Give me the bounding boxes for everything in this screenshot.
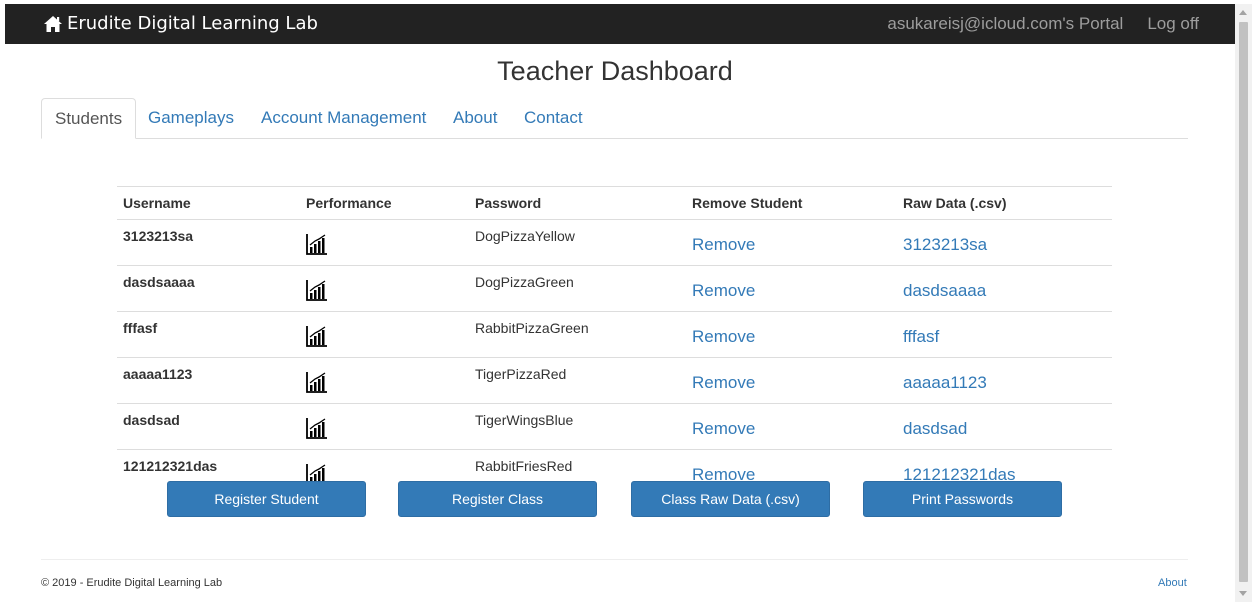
username-cell: aaaaa1123 [117, 357, 300, 404]
brand-link[interactable]: Erudite Digital Learning Lab [43, 4, 318, 44]
register-class-button[interactable]: Register Class [398, 481, 597, 517]
vertical-scrollbar[interactable] [1235, 4, 1252, 602]
bar-chart-icon[interactable] [306, 325, 463, 347]
bar-chart-icon[interactable] [306, 279, 463, 301]
navbar-right: asukareisj@icloud.com's Portal Log off [875, 4, 1235, 44]
username-cell: 3123213sa [117, 219, 300, 266]
remove-student-link[interactable]: Remove [686, 357, 897, 404]
raw-data-link[interactable]: aaaaa1123 [897, 357, 1112, 404]
remove-student-link[interactable]: Remove [686, 219, 897, 266]
top-navbar: Erudite Digital Learning Lab asukareisj@… [5, 4, 1235, 44]
remove-student-link[interactable]: Remove [686, 403, 897, 450]
raw-data-link[interactable]: dasdsaaaa [897, 265, 1112, 312]
tab-about[interactable]: About [440, 98, 510, 138]
header-remove-student: Remove Student [686, 186, 897, 220]
scroll-thumb[interactable] [1239, 22, 1248, 582]
username-cell: fffasf [117, 311, 300, 358]
raw-data-link[interactable]: fffasf [897, 311, 1112, 358]
table-row: dasdsaaaa DogPizzaGreen Remove dasdsaaaa [117, 265, 1112, 312]
password-cell: TigerWingsBlue [469, 403, 686, 450]
table-row: fffasf RabbitPizzaGreen Remove fffasf [117, 311, 1112, 358]
tab-students[interactable]: Students [41, 98, 137, 139]
table-row: 3123213sa DogPizzaYellow Remove 3123213sa [117, 219, 1112, 266]
performance-link[interactable] [300, 403, 469, 450]
portal-link[interactable]: asukareisj@icloud.com's Portal [875, 4, 1135, 44]
footer-copyright: © 2019 - Erudite Digital Learning Lab [41, 577, 223, 589]
print-passwords-button[interactable]: Print Passwords [863, 481, 1062, 517]
password-cell: DogPizzaGreen [469, 265, 686, 312]
logoff-link[interactable]: Log off [1135, 4, 1235, 44]
students-table: Username Performance Password Remove Stu… [117, 186, 1112, 495]
header-performance: Performance [300, 186, 469, 220]
scroll-up-icon[interactable] [1239, 10, 1247, 15]
bar-chart-icon[interactable] [306, 371, 463, 393]
password-cell: TigerPizzaRed [469, 357, 686, 404]
remove-student-link[interactable]: Remove [686, 311, 897, 358]
raw-data-link[interactable]: 3123213sa [897, 219, 1112, 266]
tab-account-management[interactable]: Account Management [248, 98, 439, 138]
footer-about-link[interactable]: About [1158, 577, 1187, 589]
performance-link[interactable] [300, 219, 469, 266]
table-header-row: Username Performance Password Remove Stu… [117, 186, 1112, 220]
scroll-down-icon[interactable] [1239, 591, 1247, 596]
table-row: aaaaa1123 TigerPizzaRed Remove aaaaa1123 [117, 357, 1112, 404]
password-cell: RabbitPizzaGreen [469, 311, 686, 358]
header-password: Password [469, 186, 686, 220]
performance-link[interactable] [300, 265, 469, 312]
footer-divider [41, 559, 1188, 560]
class-raw-data-button[interactable]: Class Raw Data (.csv) [631, 481, 830, 517]
performance-link[interactable] [300, 311, 469, 358]
remove-student-link[interactable]: Remove [686, 265, 897, 312]
home-icon [44, 16, 62, 32]
page-title: Teacher Dashboard [497, 56, 733, 86]
username-cell: dasdsad [117, 403, 300, 450]
header-username: Username [117, 186, 300, 220]
tab-contact[interactable]: Contact [511, 98, 596, 138]
bar-chart-icon[interactable] [306, 233, 463, 255]
raw-data-link[interactable]: dasdsad [897, 403, 1112, 450]
brand-label: Erudite Digital Learning Lab [67, 13, 318, 34]
password-cell: DogPizzaYellow [469, 219, 686, 266]
username-cell: dasdsaaaa [117, 265, 300, 312]
tab-bar: Students Gameplays Account Management Ab… [41, 98, 1188, 139]
bar-chart-icon[interactable] [306, 417, 463, 439]
performance-link[interactable] [300, 357, 469, 404]
header-raw-data: Raw Data (.csv) [897, 186, 1112, 220]
register-student-button[interactable]: Register Student [167, 481, 366, 517]
table-row: dasdsad TigerWingsBlue Remove dasdsad [117, 403, 1112, 450]
tab-gameplays[interactable]: Gameplays [135, 98, 247, 138]
